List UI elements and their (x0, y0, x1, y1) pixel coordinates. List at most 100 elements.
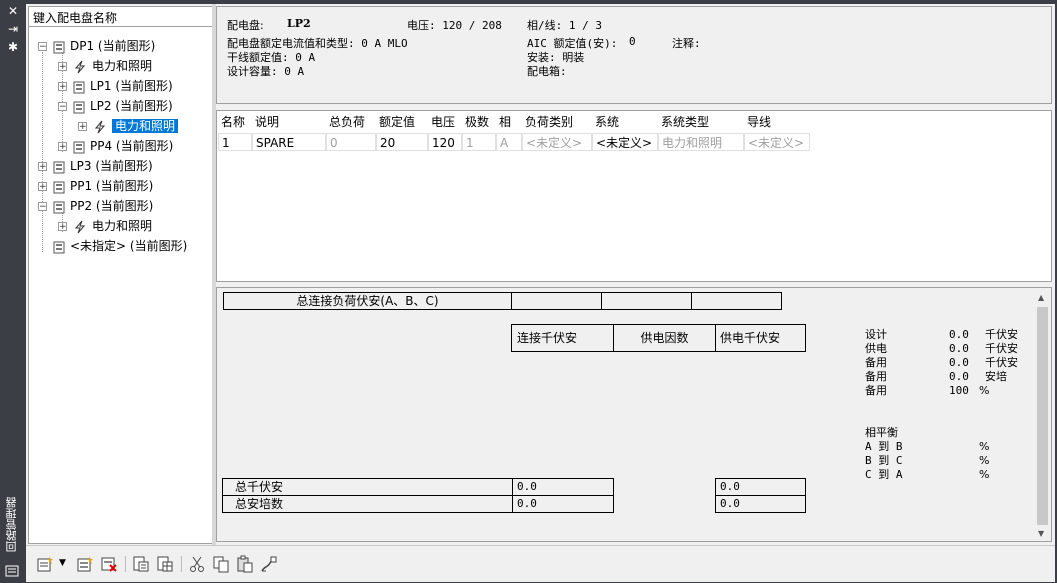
column-header-voltage[interactable]: 电压 (428, 113, 462, 131)
cell-wire[interactable]: <未定义> (744, 133, 810, 151)
collapse-icon[interactable]: − (58, 102, 67, 112)
column-header-rating[interactable]: 额定值 (376, 113, 428, 131)
stat-value: 0.0 (949, 356, 969, 369)
lightning-icon (74, 60, 86, 73)
tree-item-label: LP2 (当前图形) (90, 99, 173, 113)
balance-unit: % (979, 468, 990, 481)
column-header-total-load[interactable]: 总负荷 (326, 113, 376, 131)
collapse-icon[interactable]: − (38, 202, 47, 212)
stat-value: 0.0 (949, 370, 969, 383)
properties-icon[interactable]: ✱ (5, 40, 21, 54)
lightning-icon (94, 120, 106, 133)
panel-icon (53, 201, 65, 213)
tree-item-label: 电力和照明 (112, 119, 179, 133)
phase-wire-info: 相/线: 1 / 3 (527, 19, 602, 32)
panel-label: 配电盘: (227, 19, 264, 32)
cell-phase: A (496, 133, 522, 151)
column-header-system[interactable]: 系统 (592, 113, 658, 131)
tree-item-label: PP4 (当前图形) (90, 139, 174, 153)
column-header-system-type[interactable]: 系统类型 (658, 113, 744, 131)
stat-unit: 千伏安 (985, 342, 1018, 355)
total-kva-demand-value: 0.0 (715, 478, 806, 496)
total-connected-load-label: 总连接负荷伏安(A、B、C) (223, 292, 512, 310)
phase-b-load-cell (601, 292, 692, 310)
panel-info-header: 配电盘: LP2 电压: 120 / 208 相/线: 1 / 3 配电盘额定电… (216, 6, 1052, 104)
cell-system-type: 电力和照明 (658, 133, 744, 151)
total-kva-label: 总千伏安 (222, 478, 513, 496)
tree-item-label: LP3 (当前图形) (70, 159, 153, 173)
palette-menu-icon[interactable] (5, 565, 19, 577)
balance-unit: % (979, 454, 990, 467)
scroll-up-icon[interactable]: ▲ (1038, 293, 1044, 302)
stat-label: 设计 (865, 328, 887, 341)
panel-icon (53, 181, 65, 193)
column-header-name[interactable]: 名称 (218, 113, 252, 131)
total-amps-value: 0.0 (512, 495, 614, 513)
tree-item-label: 电力和照明 (92, 219, 153, 233)
stat-unit: 千伏安 (985, 356, 1018, 369)
stat-unit: 安培 (985, 370, 1007, 383)
collapse-icon[interactable]: − (38, 42, 47, 52)
cut-icon[interactable] (188, 555, 206, 573)
expand-icon[interactable]: + (58, 222, 67, 232)
scroll-thumb[interactable] (1037, 307, 1048, 525)
expand-icon[interactable]: + (38, 162, 47, 172)
cell-rating[interactable]: 20 (376, 133, 428, 151)
column-header-phase[interactable]: 相 (496, 113, 522, 131)
stat-label: 备用 (865, 384, 887, 397)
expand-icon[interactable]: + (58, 82, 67, 92)
expand-icon[interactable]: + (78, 122, 87, 132)
paste-icon[interactable] (236, 555, 254, 573)
balance-label: A 到 B (865, 440, 903, 453)
demand-factor-header: 供电因数 (613, 324, 716, 352)
column-header-poles[interactable]: 极数 (462, 113, 496, 131)
notes-label: 注释: (672, 37, 701, 50)
new-panel-icon[interactable] (36, 555, 54, 573)
panel-schedule-icon[interactable] (132, 555, 150, 573)
stat-unit: 千伏安 (985, 328, 1018, 341)
tree-item-label: DP1 (当前图形) (70, 39, 156, 53)
panel-icon (73, 81, 85, 93)
circuit-manager-window: 键入配电盘名称 − DP1 (当前图形) + 电力和照明 + LP1 (当前图形… (26, 4, 1055, 582)
panel-schedule-table-icon[interactable] (156, 555, 174, 573)
scroll-down-icon[interactable]: ▼ (1038, 529, 1044, 538)
cell-load-category[interactable]: <未定义> (522, 133, 592, 151)
close-icon[interactable]: ✕ (5, 4, 21, 18)
column-header-wire[interactable]: 导线 (744, 113, 810, 131)
enclosure-info: 配电箱: (527, 65, 567, 78)
aic-rating-value: 0 (629, 35, 636, 48)
cell-description[interactable]: SPARE (252, 133, 326, 151)
column-header-description[interactable]: 说明 (252, 113, 326, 131)
connected-kva-header: 连接千伏安 (511, 324, 614, 352)
copy-icon[interactable] (212, 555, 230, 573)
panel-icon (73, 101, 85, 113)
load-summary-pane: 总连接负荷伏安(A、B、C) 连接千伏安 供电因数 供电千伏安 总千伏安 0.0… (216, 287, 1052, 542)
new-circuit-icon[interactable] (76, 555, 94, 573)
delete-circuit-icon[interactable] (100, 555, 118, 573)
column-header-load-category[interactable]: 负荷类别 (522, 113, 592, 131)
cell-voltage[interactable]: 120 (428, 133, 462, 151)
balance-label: C 到 A (865, 468, 903, 481)
stat-label: 供电 (865, 342, 887, 355)
panel-tree: 键入配电盘名称 − DP1 (当前图形) + 电力和照明 + LP1 (当前图形… (28, 6, 213, 544)
summary-scrollbar[interactable]: ▲ ▼ (1035, 291, 1050, 540)
expand-icon[interactable]: + (38, 182, 47, 192)
cell-name[interactable]: 1 (218, 133, 252, 151)
panel-icon (73, 141, 85, 153)
panel-name: LP2 (287, 17, 311, 30)
expand-icon[interactable]: + (58, 142, 67, 152)
phase-balance-title: 相平衡 (865, 426, 898, 439)
total-amps-label: 总安培数 (222, 495, 513, 513)
tree-item-label: LP1 (当前图形) (90, 79, 173, 93)
panel-search-input[interactable]: 键入配电盘名称 (29, 7, 212, 27)
dropdown-arrow-icon[interactable]: ▼ (59, 558, 66, 568)
palette-title: 回路管理器 (5, 497, 18, 553)
autohide-icon[interactable]: ⇥ (5, 22, 21, 36)
expand-icon[interactable]: + (58, 62, 67, 72)
wire-icon[interactable] (260, 555, 278, 573)
cell-system[interactable]: <未定义> (592, 133, 658, 151)
total-kva-value: 0.0 (512, 478, 614, 496)
balance-label: B 到 C (865, 454, 903, 467)
cell-total-load: 0 (326, 133, 376, 151)
phase-a-load-cell (511, 292, 602, 310)
